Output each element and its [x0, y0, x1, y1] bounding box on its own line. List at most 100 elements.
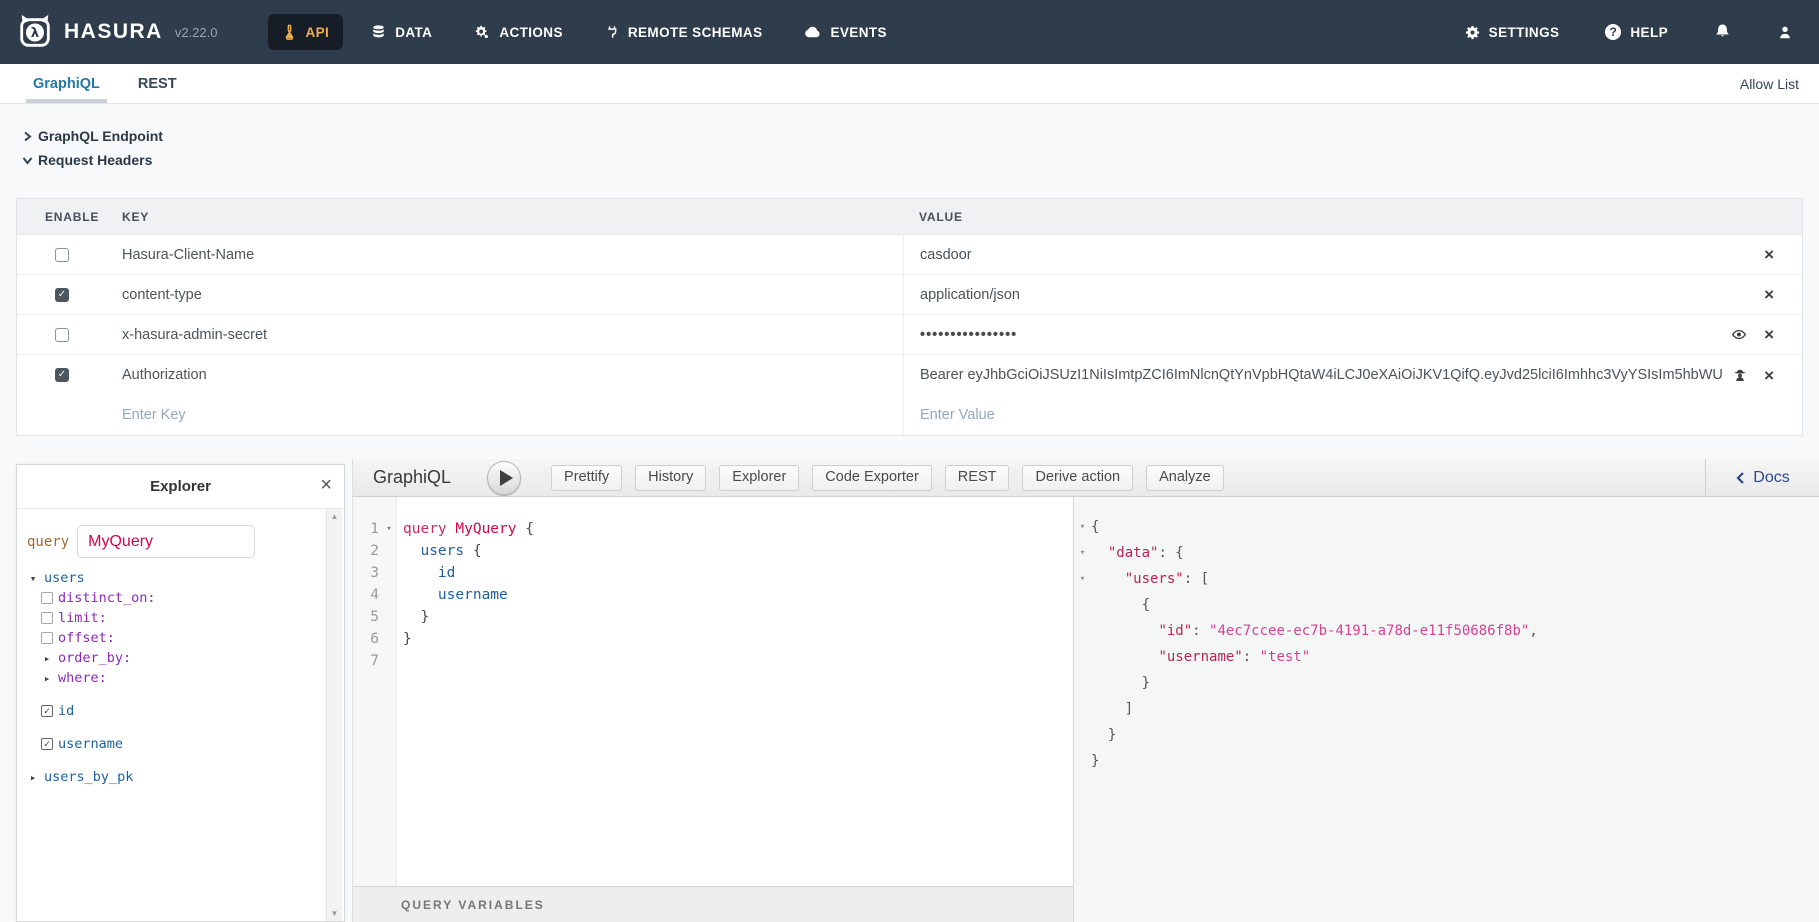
chevron-right-icon[interactable]: ▸ [44, 672, 51, 685]
user-button[interactable] [1775, 18, 1795, 47]
help-icon: ? [1605, 24, 1621, 40]
fold-arrow-icon[interactable]: ▾ [381, 518, 397, 540]
close-icon[interactable]: × [320, 475, 332, 495]
fold-gutter [1074, 592, 1091, 618]
field-checkbox[interactable]: ✓ [41, 705, 53, 717]
close-icon[interactable]: × [1764, 326, 1774, 343]
tree-item-limit[interactable]: limit: [17, 608, 344, 628]
explorer-button[interactable]: Explorer [719, 465, 799, 491]
chevron-down-icon[interactable]: ▾ [30, 572, 37, 585]
code-text: "username": "test" [1091, 644, 1310, 670]
editor-line: 7 [353, 650, 1073, 672]
field-checkbox[interactable] [41, 632, 53, 644]
derive-action-button[interactable]: Derive action [1022, 465, 1133, 491]
explorer-title: Explorer [150, 478, 211, 495]
enable-checkbox[interactable]: ✓ [55, 368, 69, 382]
table-row: ✓ AuthorizationBearer eyJhbGciOiJSUzI1NiI… [17, 355, 1802, 395]
header-key[interactable]: x-hasura-admin-secret [106, 327, 903, 343]
section-request-headers[interactable]: Request Headers [16, 148, 163, 172]
enable-checkbox[interactable] [55, 328, 69, 342]
nav-item-api[interactable]: API [268, 14, 344, 50]
field-checkbox[interactable] [41, 612, 53, 624]
enable-checkbox[interactable] [55, 248, 69, 262]
row-actions: × [1730, 315, 1774, 354]
operation-name-input[interactable] [77, 525, 255, 558]
nav-item-remote-schemas[interactable]: REMOTE SCHEMAS [591, 14, 777, 50]
code-exporter-button[interactable]: Code Exporter [812, 465, 932, 491]
tree-item-username[interactable]: ✓username [17, 734, 344, 754]
response-line: } [1074, 670, 1819, 696]
section-graphql-endpoint[interactable]: GraphQL Endpoint [16, 124, 163, 148]
header-value[interactable]: •••••••••••••••• [903, 315, 1802, 354]
nav-item-data[interactable]: DATA [357, 14, 446, 50]
code-text: username [397, 584, 508, 606]
fold-arrow-icon[interactable]: ▾ [1074, 540, 1091, 566]
tree-item-users[interactable]: ▾ users [17, 568, 344, 588]
header-key[interactable]: content-type [106, 287, 903, 303]
chevron-right-icon[interactable]: ▸ [30, 771, 37, 784]
docs-button[interactable]: Docs [1705, 459, 1819, 496]
scroll-up-icon[interactable]: ▲ [327, 512, 342, 521]
header-key[interactable]: Hasura-Client-Name [106, 247, 903, 263]
fold-arrow-icon[interactable]: ▾ [1074, 514, 1091, 540]
eye-icon[interactable] [1730, 327, 1748, 342]
rest-button[interactable]: REST [945, 465, 1010, 491]
close-icon[interactable]: × [1764, 246, 1774, 263]
query-variables-label: QUERY VARIABLES [401, 898, 545, 912]
explorer-scrollbar[interactable]: ▲ ▼ [326, 509, 342, 921]
new-header-value-input[interactable]: Enter Value [903, 395, 1802, 435]
nav-item-actions[interactable]: ACTIONS [460, 15, 577, 50]
tab-graphiql[interactable]: GraphiQL [33, 64, 100, 103]
nav-item-label: DATA [395, 25, 432, 40]
bell-button[interactable] [1712, 17, 1733, 47]
tree-item-users_by_pk[interactable]: ▸users_by_pk [17, 767, 344, 787]
chevron-right-icon [16, 130, 38, 143]
field-checkbox[interactable] [41, 592, 53, 604]
tab-allow-list[interactable]: Allow List [1740, 76, 1819, 92]
editor-lines: 1▾query MyQuery {2 users {3 id4 username… [353, 497, 1073, 672]
nav-item-help[interactable]: ?HELP [1603, 18, 1670, 46]
response-line: "username": "test" [1074, 644, 1819, 670]
tree-item-label: users [44, 570, 85, 586]
chevron-right-icon[interactable]: ▸ [44, 652, 51, 665]
scroll-down-icon[interactable]: ▼ [327, 909, 342, 918]
tree-item-where[interactable]: ▸where: [17, 668, 344, 688]
header-value[interactable]: application/json [903, 275, 1802, 314]
query-variables-bar[interactable]: QUERY VARIABLES [352, 886, 1073, 922]
spy-icon[interactable] [1732, 367, 1748, 383]
close-icon[interactable]: × [1764, 367, 1774, 384]
fold-gutter [381, 584, 397, 606]
nav-right: SETTINGS ?HELP [1463, 17, 1819, 47]
code-text: ] [1091, 696, 1133, 722]
query-editor[interactable]: 1▾query MyQuery {2 users {3 id4 username… [352, 497, 1073, 886]
nav-item-settings[interactable]: SETTINGS [1463, 19, 1562, 46]
code-text: } [397, 628, 412, 650]
tree-item-order_by[interactable]: ▸order_by: [17, 648, 344, 668]
field-checkbox[interactable]: ✓ [41, 738, 53, 750]
tree-item-label: limit: [58, 610, 107, 626]
hasura-logo[interactable]: λ HASURA v2.22.0 [0, 13, 218, 51]
header-value[interactable]: casdoor [903, 235, 1802, 274]
nav-item-events[interactable]: EVENTS [790, 15, 900, 50]
tree-item-id[interactable]: ✓id [17, 701, 344, 721]
flask-icon [282, 24, 297, 40]
user-icon [1777, 24, 1793, 41]
code-text: "id": "4ec7ccee-ec7b-4191-a78d-e11f50686… [1091, 618, 1538, 644]
enable-checkbox[interactable]: ✓ [55, 288, 69, 302]
close-icon[interactable]: × [1764, 286, 1774, 303]
tab-rest[interactable]: REST [138, 64, 177, 103]
code-text: "users": [ [1091, 566, 1209, 592]
header-value[interactable]: Bearer eyJhbGciOiJSUzI1NiIsImtpZCI6ImNlc… [903, 355, 1802, 395]
analyze-button[interactable]: Analyze [1146, 465, 1224, 491]
tree-item-offset[interactable]: offset: [17, 628, 344, 648]
new-header-key-input[interactable]: Enter Key [106, 407, 903, 423]
fold-arrow-icon[interactable]: ▾ [1074, 566, 1091, 592]
history-button[interactable]: History [635, 465, 706, 491]
tree-item-distinct_on[interactable]: distinct_on: [17, 588, 344, 608]
execute-query-button[interactable] [487, 461, 521, 495]
graphiql-title: GraphiQL [373, 467, 451, 488]
prettify-button[interactable]: Prettify [551, 465, 622, 491]
header-key[interactable]: Authorization [106, 367, 903, 383]
code-text: { [1091, 592, 1150, 618]
enable-cell [17, 328, 106, 342]
